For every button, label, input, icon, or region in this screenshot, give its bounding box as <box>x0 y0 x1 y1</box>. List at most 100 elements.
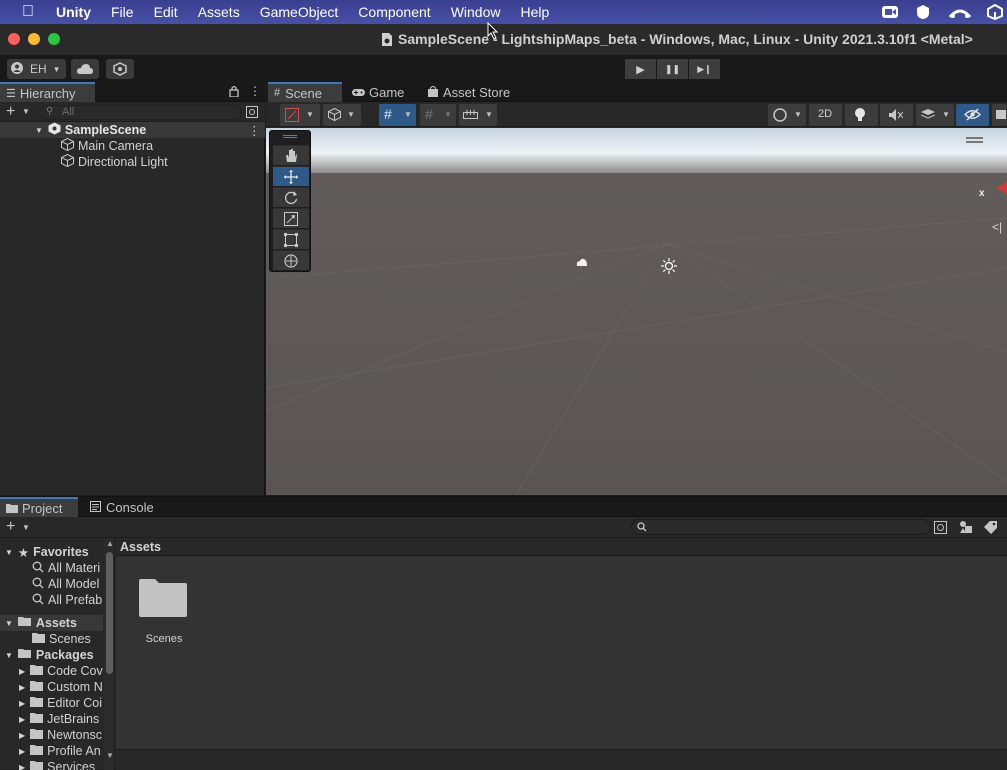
hand-tool-button[interactable] <box>273 145 309 165</box>
tab-scene[interactable]: # Scene <box>268 82 342 102</box>
folder-item-scenes[interactable]: Scenes <box>0 631 103 647</box>
zoom-icon[interactable] <box>881 4 899 20</box>
tab-project[interactable]: Project <box>0 497 78 517</box>
gizmo-back-arrow-icon[interactable]: <| <box>992 220 1002 234</box>
menu-assets[interactable]: Assets <box>198 4 240 20</box>
tag-icon[interactable] <box>984 520 998 537</box>
search-by-type-icon[interactable] <box>934 521 947 537</box>
unity-icon[interactable] <box>986 4 1004 20</box>
tab-game[interactable]: Game <box>346 82 416 102</box>
favorite-item[interactable]: All Materi <box>0 560 103 576</box>
close-window-button[interactable] <box>8 33 20 45</box>
collapse-arrow-icon[interactable]: ▶ <box>19 683 25 692</box>
hierarchy-search-input[interactable]: ⚲ All <box>39 105 242 120</box>
orientation-gizmo[interactable] <box>988 180 1007 200</box>
expand-arrow-icon[interactable]: ▼ <box>5 651 13 660</box>
more-options-icon[interactable]: ⋮ <box>249 84 261 98</box>
expand-arrow-icon[interactable]: ▼ <box>5 548 13 557</box>
minimize-window-button[interactable] <box>28 33 40 45</box>
plus-icon[interactable]: + <box>6 518 15 536</box>
plus-icon[interactable]: + <box>6 103 15 121</box>
search-filter-icon[interactable] <box>246 106 258 121</box>
package-item[interactable]: ▶ Newtonsc <box>0 727 103 743</box>
render-mode-dropdown[interactable]: ▼ <box>768 104 806 126</box>
breadcrumb-assets[interactable]: Assets <box>120 540 161 554</box>
collapse-arrow-icon[interactable]: ▶ <box>19 731 25 740</box>
scene-viewport[interactable]: x <| <box>266 128 1007 495</box>
menu-edit[interactable]: Edit <box>154 4 178 20</box>
collapse-arrow-icon[interactable]: ▶ <box>19 747 25 756</box>
transform-tool-button[interactable] <box>273 250 309 270</box>
audio-toggle-button[interactable] <box>880 104 913 126</box>
package-item[interactable]: ▶ Code Cov <box>0 663 103 679</box>
move-tool-button[interactable] <box>273 166 309 186</box>
effects-dropdown[interactable]: ▼ <box>916 104 954 126</box>
collapse-arrow-icon[interactable]: ▶ <box>19 667 25 676</box>
tab-console[interactable]: Console <box>84 497 160 517</box>
shield-icon[interactable] <box>914 4 932 20</box>
tab-asset-store[interactable]: Asset Store <box>422 82 522 102</box>
increment-snap-dropdown[interactable]: # ▼ <box>420 104 456 126</box>
menu-component[interactable]: Component <box>358 4 430 20</box>
camera-settings-button[interactable] <box>992 104 1007 126</box>
menu-gameobject[interactable]: GameObject <box>260 4 339 20</box>
collapse-arrow-icon[interactable]: ▶ <box>19 715 25 724</box>
asset-folder-scenes[interactable]: Scenes <box>136 578 192 648</box>
scroll-down-icon[interactable]: ▼ <box>106 751 114 760</box>
lighting-toggle-button[interactable] <box>845 104 878 126</box>
lock-icon[interactable] <box>229 85 239 100</box>
hierarchy-item-directional-light[interactable]: Directional Light <box>0 154 168 170</box>
assets-folder-row[interactable]: ▼ Assets <box>0 615 103 631</box>
camera-gizmo-icon[interactable] <box>576 256 588 270</box>
hierarchy-item-main-camera[interactable]: Main Camera <box>0 138 153 154</box>
grid-snap-dropdown[interactable]: # ▼ <box>379 104 416 126</box>
collapse-arrow-icon[interactable]: ▶ <box>19 699 25 708</box>
scroll-up-icon[interactable]: ▲ <box>106 539 114 548</box>
package-item[interactable]: ▶ Profile An <box>0 743 103 759</box>
more-options-icon[interactable]: ⋮ <box>248 123 261 138</box>
package-item[interactable]: ▶ JetBrains <box>0 711 103 727</box>
step-button[interactable]: ▶❙ <box>689 59 720 79</box>
package-item[interactable]: ▶ Editor Coi <box>0 695 103 711</box>
play-button[interactable]: ▶ <box>625 59 656 79</box>
packages-folder-row[interactable]: ▼ Packages <box>0 647 103 663</box>
favorite-item[interactable]: All Prefab <box>0 592 103 608</box>
tab-hierarchy[interactable]: ☰ Hierarchy <box>0 82 95 102</box>
collab-button[interactable] <box>106 59 134 79</box>
menu-help[interactable]: Help <box>520 4 549 20</box>
pause-button[interactable]: ❚❚ <box>657 59 688 79</box>
account-dropdown[interactable]: EH ▼ <box>7 59 66 79</box>
package-item[interactable]: ▶ Custom N <box>0 679 103 695</box>
folder-tree-scrollbar[interactable]: ▲ ▼ <box>104 538 115 770</box>
rotate-tool-button[interactable] <box>273 187 309 207</box>
project-search-input[interactable] <box>631 519 931 535</box>
toggle-2d-button[interactable]: 2D <box>809 104 842 126</box>
expand-arrow-icon[interactable]: ▼ <box>5 619 13 628</box>
transform-icon <box>284 254 298 268</box>
hierarchy-scene-row[interactable]: ▼ SampleScene ⋮ <box>0 122 265 138</box>
scene-visibility-button[interactable] <box>956 104 989 126</box>
chevron-down-icon[interactable]: ▼ <box>22 107 30 116</box>
shading-dropdown[interactable]: ▼ <box>323 104 361 126</box>
scale-tool-button[interactable] <box>273 208 309 228</box>
sun-light-icon[interactable] <box>661 258 677 277</box>
favorite-item[interactable]: All Model <box>0 576 103 592</box>
menu-app-name[interactable]: Unity <box>56 4 91 20</box>
palette-drag-handle[interactable] <box>283 135 297 138</box>
rect-tool-button[interactable] <box>273 229 309 249</box>
zoom-window-button[interactable] <box>48 33 60 45</box>
menu-file[interactable]: File <box>111 4 134 20</box>
filter-by-label-icon[interactable] <box>959 520 973 537</box>
menu-window[interactable]: Window <box>451 4 501 20</box>
favorites-header[interactable]: ▼ ★ Favorites <box>0 544 103 560</box>
package-item[interactable]: ▶ Services <box>0 759 103 770</box>
cloud-icon[interactable] <box>948 4 972 20</box>
cloud-services-button[interactable] <box>71 59 99 79</box>
expand-arrow-icon[interactable]: ▼ <box>35 126 43 135</box>
apple-icon[interactable]:  <box>22 3 34 21</box>
draw-mode-dropdown[interactable]: ▼ <box>280 104 320 126</box>
scrollbar-thumb[interactable] <box>106 552 113 674</box>
chevron-down-icon[interactable]: ▼ <box>22 523 30 532</box>
ruler-dropdown[interactable]: ▼ <box>459 104 497 126</box>
menu-lines-icon[interactable] <box>966 133 983 147</box>
